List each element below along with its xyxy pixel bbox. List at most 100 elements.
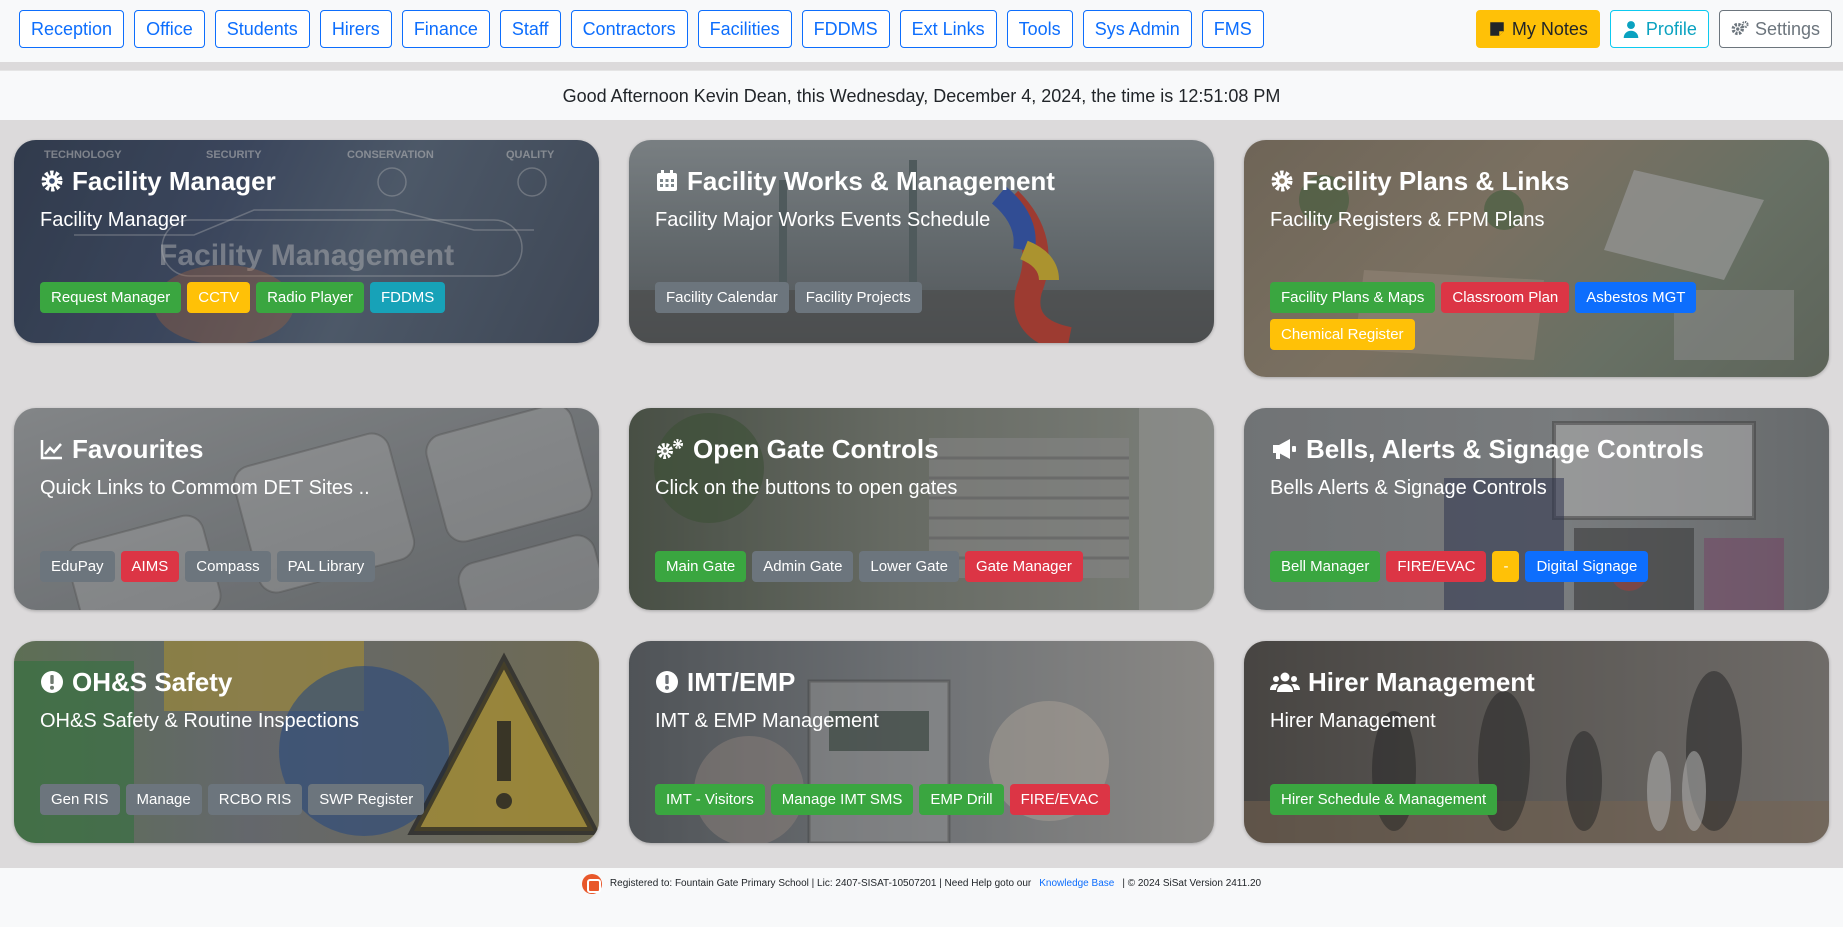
pal-library-button[interactable]: PAL Library — [276, 551, 376, 582]
card-title-text: Open Gate Controls — [693, 433, 939, 464]
sisat-logo-icon — [581, 874, 602, 894]
classroom-plan-button[interactable]: Classroom Plan — [1441, 282, 1570, 313]
knowledge-base-link[interactable]: Knowledge Base — [1039, 878, 1114, 889]
compass-button[interactable]: Compass — [185, 551, 271, 582]
my-notes-button[interactable]: My Notes — [1475, 10, 1600, 48]
admin-gate-button[interactable]: Admin Gate — [752, 551, 854, 582]
edupay-button[interactable]: EduPay — [40, 551, 115, 582]
card-imt-emp: IMT/EMP IMT & EMP Management IMT - Visit… — [629, 641, 1214, 843]
nav-finance[interactable]: Finance — [401, 10, 490, 48]
card-buttons: Request Manager CCTV Radio Player FDDMS — [40, 282, 579, 313]
chemical-register-button[interactable]: Chemical Register — [1270, 319, 1415, 350]
card-title-text: Facility Plans & Links — [1302, 165, 1570, 196]
nav-staff[interactable]: Staff — [499, 10, 561, 48]
facility-calendar-button[interactable]: Facility Calendar — [655, 282, 789, 313]
card-buttons: Bell Manager FIRE/EVAC - Digital Signage — [1270, 551, 1809, 582]
facility-plans-maps-button[interactable]: Facility Plans & Maps — [1270, 282, 1436, 313]
nav-sys-admin[interactable]: Sys Admin — [1082, 10, 1192, 48]
radio-player-button[interactable]: Radio Player — [256, 282, 364, 313]
gen-ris-button[interactable]: Gen RIS — [40, 784, 120, 815]
exclamation-circle-icon — [41, 671, 63, 693]
megaphone-icon — [1273, 439, 1296, 459]
card-body: Facility Works & Management Facility Maj… — [655, 164, 1194, 235]
card-body: Bells, Alerts & Signage Controls Bells A… — [1270, 432, 1809, 503]
card-buttons: Hirer Schedule & Management — [1270, 784, 1809, 815]
gears-icon — [657, 439, 683, 459]
card-title-text: IMT/EMP — [687, 666, 796, 697]
card-bells-alerts: Bells, Alerts & Signage Controls Bells A… — [1244, 408, 1829, 610]
card-title: Facility Works & Management — [655, 164, 1194, 198]
nav-facilities[interactable]: Facilities — [697, 10, 792, 48]
request-manager-button[interactable]: Request Manager — [40, 282, 182, 313]
card-title: Facility Plans & Links — [1270, 164, 1809, 198]
swp-register-button[interactable]: SWP Register — [308, 784, 425, 815]
manage-imt-sms-button[interactable]: Manage IMT SMS — [770, 784, 914, 815]
card-subtitle: IMT & EMP Management — [655, 710, 879, 732]
fddms-button[interactable]: FDDMS — [369, 282, 446, 313]
aims-button[interactable]: AIMS — [120, 551, 180, 582]
nav-ext-links[interactable]: Ext Links — [899, 10, 997, 48]
card-facility-plans: Facility Plans & Links Facility Register… — [1244, 140, 1829, 377]
lower-gate-button[interactable]: Lower Gate — [859, 551, 959, 582]
card-title-text: Favourites — [72, 433, 204, 464]
nav-reception[interactable]: Reception — [19, 10, 125, 48]
footer-registration-text: Registered to: Fountain Gate Primary Sch… — [609, 878, 1032, 889]
card-title: Hirer Management — [1270, 665, 1809, 699]
manage-button[interactable]: Manage — [125, 784, 202, 815]
card-facility-manager: TECHNOLOGY SECURITY CONSERVATION QUALITY… — [14, 140, 599, 343]
card-ohs-safety: OH&S Safety OH&S Safety & Routine Inspec… — [14, 641, 599, 843]
emp-drill-button[interactable]: EMP Drill — [919, 784, 1004, 815]
hirer-schedule-button[interactable]: Hirer Schedule & Management — [1270, 784, 1498, 815]
fire-evac-button[interactable]: FIRE/EVAC — [1386, 551, 1487, 582]
card-title-text: Bells, Alerts & Signage Controls — [1306, 433, 1704, 464]
user-icon — [1623, 21, 1639, 38]
note-icon — [1490, 22, 1504, 36]
footer-version-text: | © 2024 SiSat Version 2411.20 — [1122, 878, 1262, 889]
card-subtitle: Hirer Management — [1270, 710, 1436, 732]
user-menu: My Notes Profile Settings — [1475, 10, 1832, 48]
card-buttons: EduPay AIMS Compass PAL Library — [40, 551, 579, 582]
card-body: IMT/EMP IMT & EMP Management — [655, 665, 1194, 736]
card-buttons: Main Gate Admin Gate Lower Gate Gate Man… — [655, 551, 1194, 582]
card-buttons: Facility Plans & Maps Classroom Plan Asb… — [1270, 282, 1739, 350]
card-title-text: OH&S Safety — [72, 666, 233, 697]
digital-signage-button[interactable]: Digital Signage — [1525, 551, 1649, 582]
exclamation-circle-icon — [656, 671, 678, 693]
card-body: Facility Plans & Links Facility Register… — [1270, 164, 1809, 235]
nav-hirers[interactable]: Hirers — [319, 10, 392, 48]
gears-icon — [1731, 21, 1749, 36]
card-title: Bells, Alerts & Signage Controls — [1270, 432, 1809, 466]
card-subtitle: Bells Alerts & Signage Controls — [1270, 477, 1547, 499]
nav-office[interactable]: Office — [134, 10, 205, 48]
card-hirer-management: Hirer Management Hirer Management Hirer … — [1244, 641, 1829, 843]
facility-projects-button[interactable]: Facility Projects — [794, 282, 922, 313]
calendar-icon — [657, 170, 677, 191]
card-buttons: Gen RIS Manage RCBO RIS SWP Register — [40, 784, 579, 815]
nav-contractors[interactable]: Contractors — [570, 10, 688, 48]
gear-icon — [1271, 170, 1293, 192]
imt-visitors-button[interactable]: IMT - Visitors — [655, 784, 765, 815]
nav-fddms[interactable]: FDDMS — [801, 10, 890, 48]
rcbo-ris-button[interactable]: RCBO RIS — [207, 784, 303, 815]
placeholder-button[interactable]: - — [1492, 551, 1520, 582]
nav-fms[interactable]: FMS — [1201, 10, 1264, 48]
main-gate-button[interactable]: Main Gate — [655, 551, 747, 582]
nav-tools[interactable]: Tools — [1006, 10, 1073, 48]
card-subtitle: Quick Links to Commom DET Sites .. — [40, 477, 370, 499]
settings-button[interactable]: Settings — [1718, 10, 1832, 48]
asbestos-mgt-button[interactable]: Asbestos MGT — [1575, 282, 1697, 313]
profile-button[interactable]: Profile — [1609, 10, 1709, 48]
card-subtitle: Click on the buttons to open gates — [655, 477, 958, 499]
card-body: OH&S Safety OH&S Safety & Routine Inspec… — [40, 665, 579, 736]
card-title-text: Facility Works & Management — [687, 165, 1055, 196]
card-title: Facility Manager — [40, 164, 579, 198]
card-title: Favourites — [40, 432, 579, 466]
imt-fire-evac-button[interactable]: FIRE/EVAC — [1009, 784, 1110, 815]
main-menu: Reception Office Students Hirers Finance… — [19, 10, 1264, 48]
greeting-banner: Good Afternoon Kevin Dean, this Wednesda… — [0, 70, 1843, 120]
bell-manager-button[interactable]: Bell Manager — [1270, 551, 1381, 582]
nav-students[interactable]: Students — [214, 10, 310, 48]
gate-manager-button[interactable]: Gate Manager — [964, 551, 1083, 582]
card-title-text: Facility Manager — [72, 165, 276, 196]
cctv-button[interactable]: CCTV — [187, 282, 251, 313]
